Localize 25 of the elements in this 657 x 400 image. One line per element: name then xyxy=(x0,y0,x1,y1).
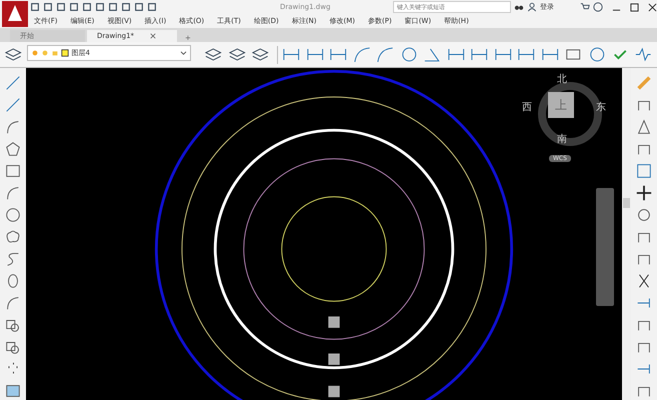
user-icon[interactable] xyxy=(527,2,537,12)
line-tool-icon[interactable] xyxy=(4,96,22,114)
circle-icon[interactable] xyxy=(588,45,606,64)
compass-label[interactable]: 南 xyxy=(557,132,567,146)
layer-color-swatch-icon[interactable] xyxy=(61,49,70,57)
move-tool-icon[interactable] xyxy=(635,184,653,202)
compass-label[interactable]: 北 xyxy=(557,72,567,86)
polygon-tool-icon[interactable] xyxy=(4,140,22,158)
cart-icon[interactable] xyxy=(580,2,590,12)
compass-label[interactable]: 东 xyxy=(596,100,606,114)
maximize-icon[interactable] xyxy=(630,2,639,12)
arc-icon[interactable] xyxy=(376,45,395,64)
scrollbar[interactable] xyxy=(622,68,631,400)
caret-icon[interactable] xyxy=(180,50,188,56)
circle-tool-icon[interactable] xyxy=(4,206,22,224)
close-icon[interactable] xyxy=(150,33,156,39)
rect-tool-icon[interactable] xyxy=(4,162,22,180)
mirror-tool-icon[interactable] xyxy=(635,118,653,136)
help-icon[interactable] xyxy=(593,2,603,12)
line-tool-icon[interactable] xyxy=(4,74,22,92)
compass-label[interactable]: 西 xyxy=(522,100,532,114)
close-icon[interactable] xyxy=(648,2,657,12)
circle-icon[interactable] xyxy=(400,45,418,64)
arc-icon[interactable] xyxy=(352,45,372,64)
hatch-tool-icon[interactable] xyxy=(4,382,22,400)
